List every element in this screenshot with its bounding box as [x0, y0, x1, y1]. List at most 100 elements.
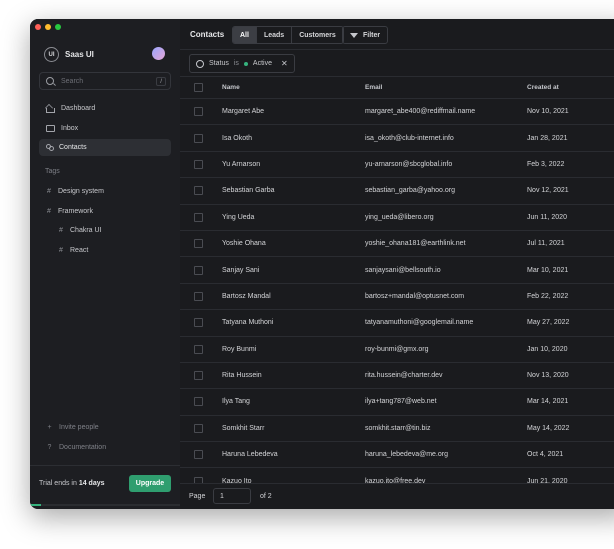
table-row[interactable]: Ilya Tang ilya+tang787@web.net Mar 14, 202…: [180, 389, 614, 416]
contact-email: ilya+tang787@web.net: [365, 398, 437, 406]
contact-name: Tatyana Muthoni: [222, 319, 274, 327]
contact-created-at: May 27, 2022: [527, 319, 570, 327]
search-shortcut: /: [156, 76, 166, 86]
documentation-link[interactable]: ? Documentation: [39, 439, 171, 456]
tab-leads[interactable]: Leads: [257, 27, 293, 43]
table-row[interactable]: Roy Bunmi roy-bunmi@gmx.org Jan 10, 2020: [180, 337, 614, 363]
contact-created-at: Feb 22, 2022: [527, 292, 569, 300]
table-row[interactable]: Somkhit Starr somkhit.starr@tin.biz May 14…: [180, 416, 614, 443]
table-row[interactable]: Bartosz Mandal bartosz+mandal@optusnet.co…: [180, 284, 614, 311]
tags-heading: Tags: [45, 168, 60, 175]
toolbar: Contacts All Leads Customers Filter: [180, 19, 614, 50]
contact-name: Ying Ueda: [222, 213, 255, 221]
table-row[interactable]: Sebastian Garba sebastian_garba@yahoo.org…: [180, 178, 614, 205]
sidebar: UI Saas UI Search / Dashboard Inbox Cont…: [30, 19, 181, 509]
row-checkbox[interactable]: [194, 133, 203, 143]
tab-customers[interactable]: Customers: [292, 27, 343, 43]
brand[interactable]: UI Saas UI: [44, 47, 94, 62]
table-row[interactable]: Yoshie Ohana yoshie_ohana181@earthlink.ne…: [180, 231, 614, 258]
filter-field: Status: [209, 60, 229, 67]
table-row[interactable]: Tatyana Muthoni tatyanamuthoni@googlemail…: [180, 310, 614, 337]
row-checkbox[interactable]: [194, 397, 203, 407]
filter-button[interactable]: Filter: [342, 26, 389, 44]
row-checkbox[interactable]: [194, 291, 203, 301]
select-all-checkbox[interactable]: [194, 83, 203, 92]
table-row[interactable]: Haruna Lebedeva haruna_lebedeva@me.org Oct…: [180, 442, 614, 469]
table-header: Name Email Created at: [180, 77, 614, 99]
trial-prefix: Trial ends in: [39, 480, 77, 487]
row-checkbox[interactable]: [194, 159, 203, 169]
logo-icon: UI: [44, 47, 59, 62]
filter-operator: is: [233, 60, 239, 67]
filter-label: Filter: [363, 31, 381, 39]
contact-email: tatyanamuthoni@googlemail.name: [365, 319, 474, 327]
row-checkbox[interactable]: [194, 186, 203, 196]
contact-name: Somkhit Starr: [222, 424, 265, 432]
search-input[interactable]: Search /: [39, 72, 171, 90]
column-header-email[interactable]: Email: [365, 84, 527, 91]
avatar[interactable]: [152, 47, 165, 60]
plus-icon: +: [47, 424, 52, 431]
sidebar-nav: Dashboard Inbox Contacts: [39, 100, 171, 159]
table-row[interactable]: Ying Ueda ying_ueda@libero.org Jun 11, 202…: [180, 205, 614, 231]
column-header-created[interactable]: Created at: [527, 84, 559, 91]
trial-progress-bar: [30, 504, 180, 506]
contact-name: Sebastian Garba: [222, 187, 275, 195]
table-row[interactable]: Yu Arnarson yu-arnarson@sbcglobal.info Feb…: [180, 152, 614, 179]
home-icon: [46, 107, 55, 113]
status-dot-icon: [243, 61, 248, 66]
pagination-bar: Page 1 of 2: [180, 483, 614, 509]
row-checkbox[interactable]: [194, 212, 203, 222]
table-row[interactable]: Isa Okoth isa_okoth@club-internet.info Jan…: [180, 125, 614, 152]
row-checkbox[interactable]: [194, 344, 203, 354]
contact-email: yoshie_ohana181@earthlink.net: [365, 240, 466, 248]
tag-item-design-system[interactable]: # Design system: [39, 183, 171, 200]
search-icon: [46, 77, 54, 85]
page-title: Contacts: [190, 30, 225, 39]
tag-item-framework[interactable]: # Framework: [39, 203, 171, 220]
tag-label: Design system: [58, 188, 104, 195]
row-checkbox[interactable]: [194, 265, 203, 275]
upgrade-button[interactable]: Upgrade: [129, 475, 171, 492]
invite-people-link[interactable]: + Invite people: [39, 419, 171, 436]
page-label: Page: [189, 493, 206, 500]
trial-progress-fill: [30, 504, 41, 506]
sidebar-item-label: Contacts: [59, 144, 87, 151]
close-icon[interactable]: ✕: [281, 59, 288, 68]
minimize-window-button[interactable]: [45, 24, 51, 30]
contact-name: Isa Okoth: [222, 134, 252, 142]
row-checkbox[interactable]: [194, 239, 203, 249]
sidebar-item-contacts[interactable]: Contacts: [39, 139, 171, 156]
row-checkbox[interactable]: [194, 107, 203, 117]
hash-icon: #: [59, 246, 63, 254]
view-segmented-control: All Leads Customers: [232, 26, 344, 44]
status-filter-chip[interactable]: Status is Active ✕: [189, 54, 295, 73]
tab-all[interactable]: All: [233, 27, 257, 43]
column-header-name[interactable]: Name: [222, 84, 384, 91]
contact-name: Yoshie Ohana: [222, 240, 266, 248]
tag-item-chakra-ui[interactable]: # Chakra UI: [39, 222, 171, 239]
trial-panel: Trial ends in 14 days Upgrade: [30, 465, 180, 509]
row-checkbox[interactable]: [194, 371, 203, 381]
page-number-input[interactable]: 1: [213, 488, 251, 504]
table-row[interactable]: Sanjay Sani sanjaysani@bellsouth.io Mar 10…: [180, 257, 614, 284]
contact-name: Sanjay Sani: [222, 266, 260, 274]
maximize-window-button[interactable]: [55, 24, 61, 30]
hash-icon: #: [47, 207, 51, 215]
sidebar-item-inbox[interactable]: Inbox: [39, 120, 171, 137]
table-body: Margaret Abe margaret_abe400@rediffmail.n…: [180, 99, 614, 495]
contact-created-at: Oct 4, 2021: [527, 451, 564, 459]
contact-name: Bartosz Mandal: [222, 292, 271, 300]
row-checkbox[interactable]: [194, 450, 203, 460]
filter-value: Active: [252, 60, 272, 67]
sidebar-item-dashboard[interactable]: Dashboard: [39, 100, 171, 117]
close-window-button[interactable]: [35, 24, 41, 30]
row-checkbox[interactable]: [194, 423, 203, 433]
tag-item-react[interactable]: # React: [39, 242, 171, 259]
contact-created-at: Jan 10, 2020: [527, 345, 568, 353]
row-checkbox[interactable]: [194, 318, 203, 328]
contact-name: Margaret Abe: [222, 108, 265, 116]
table-row[interactable]: Rita Hussein rita.hussein@charter.dev Nov …: [180, 363, 614, 390]
status-icon: [196, 59, 204, 68]
table-row[interactable]: Margaret Abe margaret_abe400@rediffmail.n…: [180, 99, 614, 126]
